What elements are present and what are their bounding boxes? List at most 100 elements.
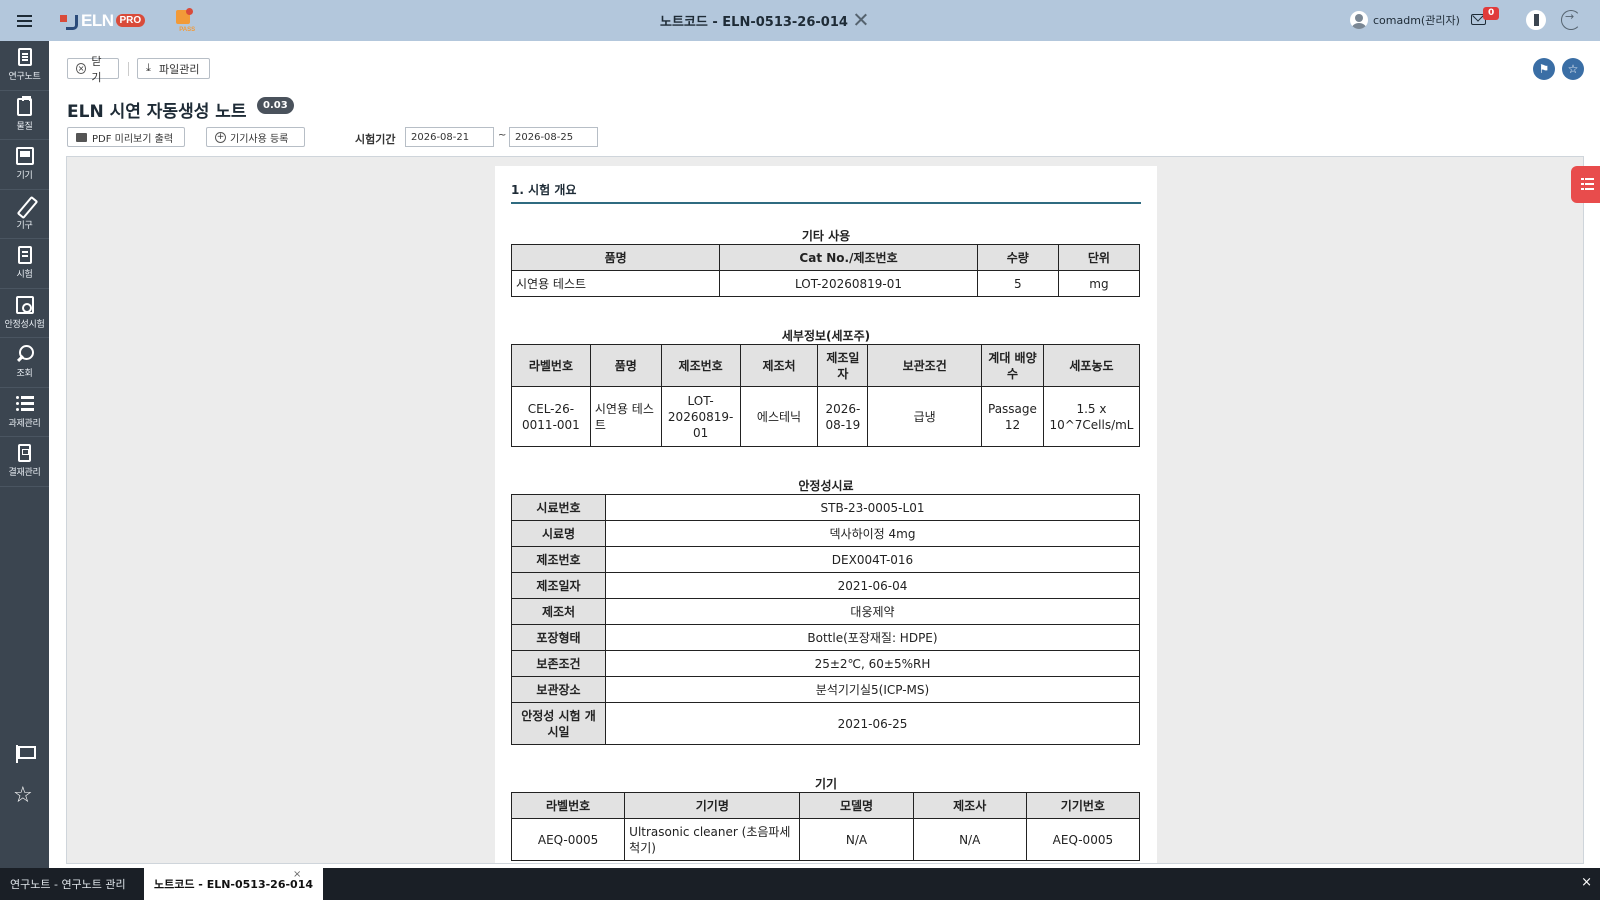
tool-icon — [16, 197, 34, 215]
column-header: 기기명 — [624, 792, 801, 819]
date-range-separator: ~ — [498, 130, 507, 141]
sidebar-item-approval[interactable]: 결재관리 — [0, 437, 49, 487]
sidebar-item-tool[interactable]: 기구 — [0, 190, 49, 239]
logout-icon[interactable] — [1561, 10, 1581, 30]
close-circle-icon: × — [76, 63, 87, 74]
plus-circle-icon: + — [215, 131, 226, 143]
table-cell: CEL-26-0011-001 — [511, 386, 591, 447]
row-header: 포장형태 — [511, 624, 606, 651]
table-row: 안정성 시험 개시일 2021-06-25 — [511, 702, 1140, 745]
sidebar-item-project[interactable]: 과제관리 — [0, 388, 49, 437]
side-panel-toggle-icon[interactable] — [1571, 166, 1600, 203]
table-cell: N/A — [912, 818, 1027, 861]
column-header: 제조번호 — [660, 344, 741, 387]
sidebar-item-research-note[interactable]: 연구노트 — [0, 41, 49, 91]
column-header: 제조사 — [912, 792, 1027, 819]
sidebar-item-label: 연구노트 — [8, 72, 41, 83]
sidebar-item-label: 안정성시험 — [4, 319, 45, 330]
table-cell: 5 — [976, 270, 1059, 297]
row-header: 제조처 — [511, 598, 606, 625]
sidebar-item-label: 시험 — [16, 270, 33, 281]
menu-icon[interactable] — [0, 0, 48, 41]
sidebar-item-label: 물질 — [16, 121, 33, 132]
other-usage-title: 기타 사용 — [801, 229, 851, 243]
notebook-icon — [17, 48, 32, 67]
pdf-preview-button[interactable]: PDF 미리보기 출력 — [67, 127, 185, 147]
table-cell: 시연용 테스트 — [510, 270, 721, 297]
search-icon — [16, 345, 34, 363]
table-cell: Passage 12 — [980, 386, 1044, 447]
close-button-label: 닫기 — [91, 54, 102, 84]
pdf-preview-label: PDF 미리보기 출력 — [92, 133, 174, 145]
table-row: 보관장소 분석기기실5(ICP-MS) — [511, 676, 1140, 703]
sidebar-item-material[interactable]: 물질 — [0, 91, 49, 140]
column-header: 보관조건 — [867, 344, 982, 387]
close-note-icon[interactable] — [853, 12, 869, 28]
column-header: 품명 — [589, 344, 662, 387]
mail-count-badge: 0 — [1483, 7, 1500, 20]
equipment-title: 기기 — [814, 777, 838, 791]
version-badge: 0.03 — [257, 97, 294, 114]
flag-button[interactable]: ⚑ — [1533, 58, 1555, 80]
flag-icon[interactable] — [16, 745, 36, 763]
table-cell: 덱사하이정 4mg — [605, 520, 1140, 547]
user-menu[interactable]: comadm(관리자) — [1350, 11, 1460, 29]
sidebar-item-device[interactable]: 기기 — [0, 140, 49, 190]
table-cell: AEQ-0005 — [1025, 818, 1141, 861]
column-header: 제조일자 — [817, 344, 869, 387]
row-header: 제조번호 — [511, 546, 606, 573]
star-icon[interactable]: ☆ — [13, 785, 33, 807]
column-header: Cat No./제조번호 — [719, 244, 978, 271]
bottom-tab-bar: 연구노트 - 연구노트 관리 노트코드 - ELN-0513-26-014 × … — [0, 868, 1600, 900]
end-date-input[interactable] — [509, 127, 598, 147]
column-header: 세포농도 — [1042, 344, 1141, 387]
table-row: 시료번호 STB-23-0005-L01 — [511, 494, 1140, 521]
table-cell: 분석기기실5(ICP-MS) — [605, 676, 1140, 703]
row-header: 시료명 — [511, 520, 606, 547]
cell-line-title: 세부정보(세포주) — [781, 329, 871, 343]
sidebar-item-test[interactable]: 시험 — [0, 239, 49, 289]
equipment-table: 라벨번호 기기명 모델명 제조사 기기번호 AEQ-0005 Ultrasoni… — [510, 792, 1141, 861]
pass-logo-text: PASS — [179, 26, 196, 33]
test-icon — [17, 246, 32, 265]
table-cell: Ultrasonic cleaner (초음파세척기) — [624, 818, 801, 861]
logo-pro-badge: PRO — [115, 14, 146, 27]
download-icon — [146, 61, 156, 75]
table-cell: mg — [1057, 270, 1141, 297]
document-page: 1. 시험 개요 기타 사용 품명 Cat No./제조번호 수량 단위 시연용… — [495, 166, 1157, 863]
cell-line-table: 라벨번호 품명 제조번호 제조처 제조일자 보관조건 계대 배양수 세포농도 C… — [511, 344, 1141, 447]
equipment-register-button[interactable]: + 기기사용 등록 — [206, 127, 305, 147]
table-cell: 급냉 — [867, 386, 982, 447]
table-cell: LOT-20260819-01 — [719, 270, 978, 297]
close-tab-icon[interactable]: × — [293, 869, 301, 880]
row-header: 안정성 시험 개시일 — [511, 702, 606, 745]
column-header: 수량 — [976, 244, 1059, 271]
column-header: 단위 — [1057, 244, 1141, 271]
row-header: 보관장소 — [511, 676, 606, 703]
start-date-input[interactable] — [405, 127, 494, 147]
column-header: 기기번호 — [1025, 792, 1141, 819]
table-row: 보존조건 25±2℃, 60±5%RH — [511, 650, 1140, 677]
table-row: 제조처 대웅제약 — [511, 598, 1140, 625]
row-header: 제조일자 — [511, 572, 606, 599]
list-icon — [15, 395, 34, 413]
file-manage-button[interactable]: 파일관리 — [137, 58, 210, 79]
pin-icon[interactable] — [1526, 10, 1546, 30]
document-viewer[interactable]: 1. 시험 개요 기타 사용 품명 Cat No./제조번호 수량 단위 시연용… — [66, 156, 1584, 864]
eln-pro-logo[interactable]: ELN PRO — [58, 10, 146, 31]
approval-icon — [18, 444, 31, 463]
logo-text: ELN — [81, 10, 114, 30]
pass-logo[interactable]: PASS — [173, 7, 201, 35]
close-all-tabs-icon[interactable]: × — [1581, 875, 1592, 890]
section-heading: 1. 시험 개요 — [511, 181, 1141, 204]
toolbar-divider — [128, 62, 129, 76]
window-title: 노트코드 - ELN-0513-26-014 — [660, 15, 848, 30]
sidebar-item-stability[interactable]: 안정성시험 — [0, 289, 49, 338]
tab-research-note-manage[interactable]: 연구노트 - 연구노트 관리 — [0, 868, 136, 900]
close-button[interactable]: × 닫기 — [67, 55, 119, 84]
tab-label: 노트코드 - ELN-0513-26-014 — [154, 878, 314, 891]
sidebar-item-search[interactable]: 조회 — [0, 338, 49, 388]
table-cell: AEQ-0005 — [510, 818, 626, 861]
row-header: 시료번호 — [511, 494, 606, 521]
favorite-button[interactable]: ☆ — [1562, 58, 1584, 80]
